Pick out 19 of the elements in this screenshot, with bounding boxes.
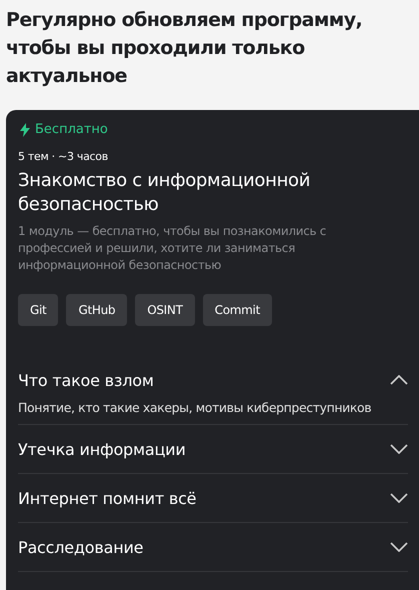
topic-title[interactable]: Расследование bbox=[18, 538, 144, 556]
course-description: 1 модуль — бесплатно, чтобы вы познакомились с профессией и решили, хотите ли заниматься информационной безопасностью bbox=[18, 223, 328, 274]
chevron-down-icon[interactable] bbox=[390, 542, 408, 552]
chevron-up-icon[interactable] bbox=[390, 375, 408, 385]
chevron-down-icon[interactable] bbox=[390, 493, 408, 503]
topic-title[interactable]: Интернет помнит всё bbox=[18, 488, 196, 508]
topic-title[interactable]: Что такое взлом bbox=[18, 370, 154, 390]
topic-details: Понятие, кто такие хакеры, мотивы киберпреступников bbox=[18, 400, 372, 415]
chevron-down-icon[interactable] bbox=[390, 444, 408, 454]
course-meta: 5 тем · ~3 часов bbox=[18, 150, 109, 163]
skill-tag: Commit bbox=[202, 294, 272, 326]
skill-tag: Git bbox=[18, 294, 58, 326]
skill-tag: OSINT bbox=[135, 294, 195, 326]
course-title: Знакомство с информационной безопасностью bbox=[18, 169, 312, 217]
topic-title[interactable]: Утечка информации bbox=[18, 440, 186, 458]
page-heading: Регулярно обновляем программу, чтобы вы проходили только актуальное bbox=[6, 8, 364, 89]
lightning-icon bbox=[20, 122, 30, 136]
skill-tag: GtHub bbox=[66, 294, 128, 326]
free-label: Бесплатно bbox=[35, 122, 108, 137]
